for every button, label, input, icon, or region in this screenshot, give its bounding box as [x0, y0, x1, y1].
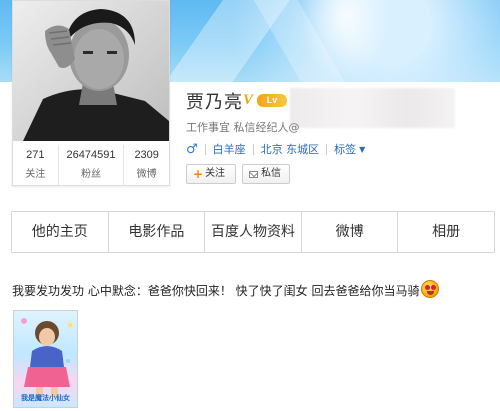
tags-dropdown[interactable]: 标签 — [334, 141, 356, 157]
following-count: 271 — [26, 149, 45, 161]
smile-emoji-icon — [421, 280, 439, 298]
message-button-label: 私信 — [261, 168, 281, 179]
post-text: 我要发功发功 心中默念：爸爸你快回来！ 快了快了闺女 回去爸爸给你当马骑 — [12, 284, 420, 298]
tab-baidu-profile[interactable]: 百度人物资料 — [204, 212, 301, 252]
stat-following[interactable]: 271 关注 — [13, 145, 59, 185]
image-caption: 我是魔法小仙女 — [21, 394, 70, 402]
posts-label: 微博 — [136, 169, 157, 180]
mail-icon — [249, 170, 258, 178]
follow-button-label: 关注 — [205, 168, 226, 179]
avatar-card: 271 关注 26474591 粉丝 2309 微博 — [12, 0, 170, 186]
emoji-mouth — [427, 291, 434, 295]
profile-stats: 271 关注 26474591 粉丝 2309 微博 — [13, 145, 169, 185]
tab-films[interactable]: 电影作品 — [107, 212, 205, 252]
stat-posts[interactable]: 2309 微博 — [124, 145, 169, 185]
profile-name: 贾乃亮 — [186, 92, 243, 113]
male-gender-icon: ♂ — [186, 141, 198, 157]
avatar-photo-image — [13, 1, 169, 141]
profile-tabs: 他的主页 电影作品 百度人物资料 微博 相册 — [11, 211, 495, 253]
stat-followers[interactable]: 26474591 粉丝 — [59, 145, 125, 185]
post-image-thumbnail[interactable]: 我是魔法小仙女 — [13, 310, 78, 408]
blurred-region — [290, 88, 455, 128]
follow-button[interactable]: + 关注 — [186, 164, 236, 184]
tab-home[interactable]: 他的主页 — [11, 212, 108, 252]
emoji-eye-right — [431, 285, 436, 290]
followers-count: 26474591 — [66, 149, 116, 161]
message-button[interactable]: 私信 — [242, 164, 290, 184]
cover-decoration — [300, 0, 390, 82]
plus-icon: + — [193, 167, 204, 181]
chevron-down-icon[interactable]: ▼ — [359, 145, 365, 154]
zodiac-link[interactable]: 白羊座 — [213, 141, 246, 157]
verification-info: 工作事宜 私信经纪人@ — [186, 121, 300, 134]
verified-v-icon[interactable]: V — [243, 92, 253, 109]
followers-label: 粉丝 — [81, 169, 101, 180]
posts-count: 2309 — [134, 149, 159, 161]
level-badge[interactable]: Lv — [257, 94, 287, 107]
following-label: 关注 — [25, 169, 46, 180]
meta-divider — [204, 143, 206, 155]
emoji-eye-left — [425, 285, 430, 290]
meta-divider — [326, 143, 328, 155]
avatar[interactable] — [13, 1, 169, 141]
location-link[interactable]: 北京 东城区 — [261, 141, 320, 157]
meta-divider — [252, 143, 254, 155]
tab-weibo[interactable]: 微博 — [300, 212, 398, 252]
profile-meta: ♂ 白羊座 北京 东城区 标签 ▼ — [186, 141, 365, 157]
tab-album[interactable]: 相册 — [397, 212, 495, 252]
